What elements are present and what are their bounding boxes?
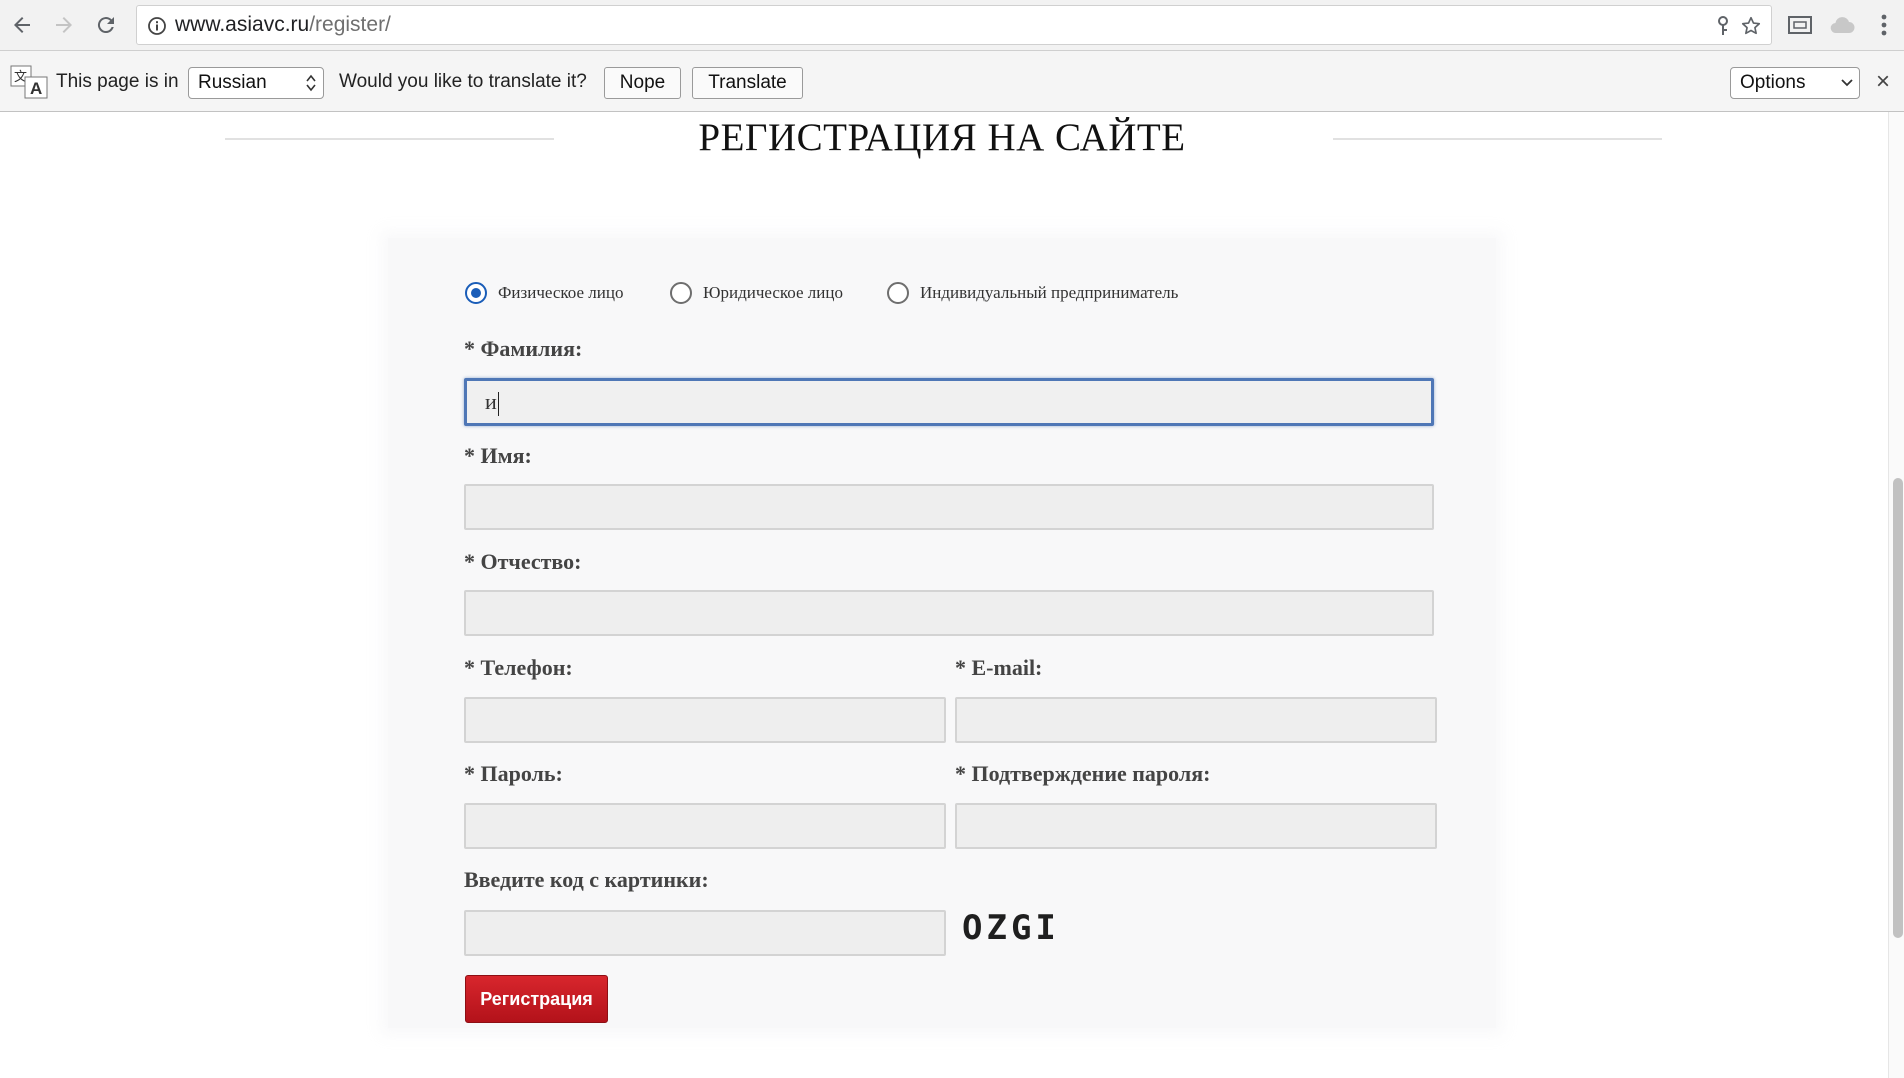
page-title: РЕГИСТРАЦИЯ НА САЙТЕ bbox=[698, 116, 1186, 159]
address-bar[interactable]: www.asiavc.ru/register/ bbox=[136, 5, 1772, 45]
translate-button[interactable]: Translate bbox=[692, 67, 803, 99]
select-updown-icon bbox=[305, 68, 317, 98]
translate-infobar: 文 A This page is in Russian Would you li… bbox=[0, 50, 1904, 112]
email-input[interactable] bbox=[955, 697, 1437, 743]
url-text[interactable]: www.asiavc.ru/register/ bbox=[175, 6, 391, 44]
back-arrow-icon[interactable] bbox=[4, 7, 40, 43]
name-label: * Имя: bbox=[464, 443, 532, 468]
patronymic-label: * Отчество: bbox=[464, 549, 582, 574]
person-type-radio-entrepreneur[interactable]: Индивидуальный предприниматель bbox=[887, 282, 1178, 304]
captcha-input[interactable] bbox=[464, 910, 946, 956]
nope-button[interactable]: Nope bbox=[604, 67, 681, 99]
options-select[interactable]: Options bbox=[1730, 67, 1860, 99]
cast-screen-icon[interactable] bbox=[1782, 7, 1818, 43]
reload-icon[interactable] bbox=[88, 7, 124, 43]
register-button[interactable]: Регистрация bbox=[465, 975, 608, 1023]
options-select-label: Options bbox=[1740, 72, 1806, 93]
password-label: * Пароль: bbox=[464, 761, 563, 786]
info-icon[interactable] bbox=[145, 14, 169, 38]
browser-toolbar: www.asiavc.ru/register/ bbox=[0, 0, 1904, 50]
surname-label: * Фамилия: bbox=[464, 336, 583, 361]
phone-input[interactable] bbox=[464, 697, 946, 743]
menu-kebab-icon[interactable] bbox=[1866, 7, 1902, 43]
surname-input-value: и bbox=[485, 389, 497, 414]
patronymic-input[interactable] bbox=[464, 590, 1434, 636]
translate-icon: 文 A bbox=[10, 65, 48, 99]
page-language-text: This page is in bbox=[56, 71, 179, 92]
close-infobar-button[interactable]: × bbox=[1876, 51, 1890, 113]
name-input[interactable] bbox=[464, 484, 1434, 530]
url-host: www.asiavc.ru bbox=[175, 13, 310, 36]
forward-arrow-icon[interactable] bbox=[46, 7, 82, 43]
radio-unchecked[interactable] bbox=[887, 282, 909, 304]
radio-unchecked[interactable] bbox=[670, 282, 692, 304]
url-path: /register/ bbox=[309, 13, 391, 36]
chevron-down-icon bbox=[1841, 68, 1853, 98]
captcha-label: Введите код с картинки: bbox=[464, 867, 709, 892]
language-select-value: Russian bbox=[198, 72, 267, 93]
captcha-image: OZGI bbox=[962, 908, 1060, 948]
language-select[interactable]: Russian bbox=[188, 67, 324, 99]
scrollbar-thumb[interactable] bbox=[1893, 478, 1903, 938]
email-label: * E-mail: bbox=[955, 655, 1043, 680]
radio-checked[interactable] bbox=[465, 282, 487, 304]
bookmark-star-icon[interactable] bbox=[1739, 14, 1763, 38]
password-confirm-input[interactable] bbox=[955, 803, 1437, 849]
translate-question: Would you like to translate it? bbox=[339, 71, 587, 92]
radio-label: Юридическое лицо bbox=[703, 283, 843, 302]
surname-input[interactable]: и bbox=[464, 378, 1434, 426]
svg-text:A: A bbox=[30, 79, 42, 98]
password-confirm-label: * Подтверждение пароля: bbox=[955, 761, 1211, 786]
radio-label: Физическое лицо bbox=[498, 283, 624, 302]
person-type-radio-legal-entity[interactable]: Юридическое лицо bbox=[670, 282, 843, 304]
key-icon[interactable] bbox=[1711, 14, 1735, 38]
password-input[interactable] bbox=[464, 803, 946, 849]
radio-label: Индивидуальный предприниматель bbox=[920, 283, 1179, 302]
text-caret bbox=[497, 391, 499, 416]
phone-label: * Телефон: bbox=[464, 655, 573, 680]
person-type-radio-individual[interactable]: Физическое лицо bbox=[465, 282, 623, 304]
cloud-extension-icon[interactable] bbox=[1824, 7, 1860, 43]
